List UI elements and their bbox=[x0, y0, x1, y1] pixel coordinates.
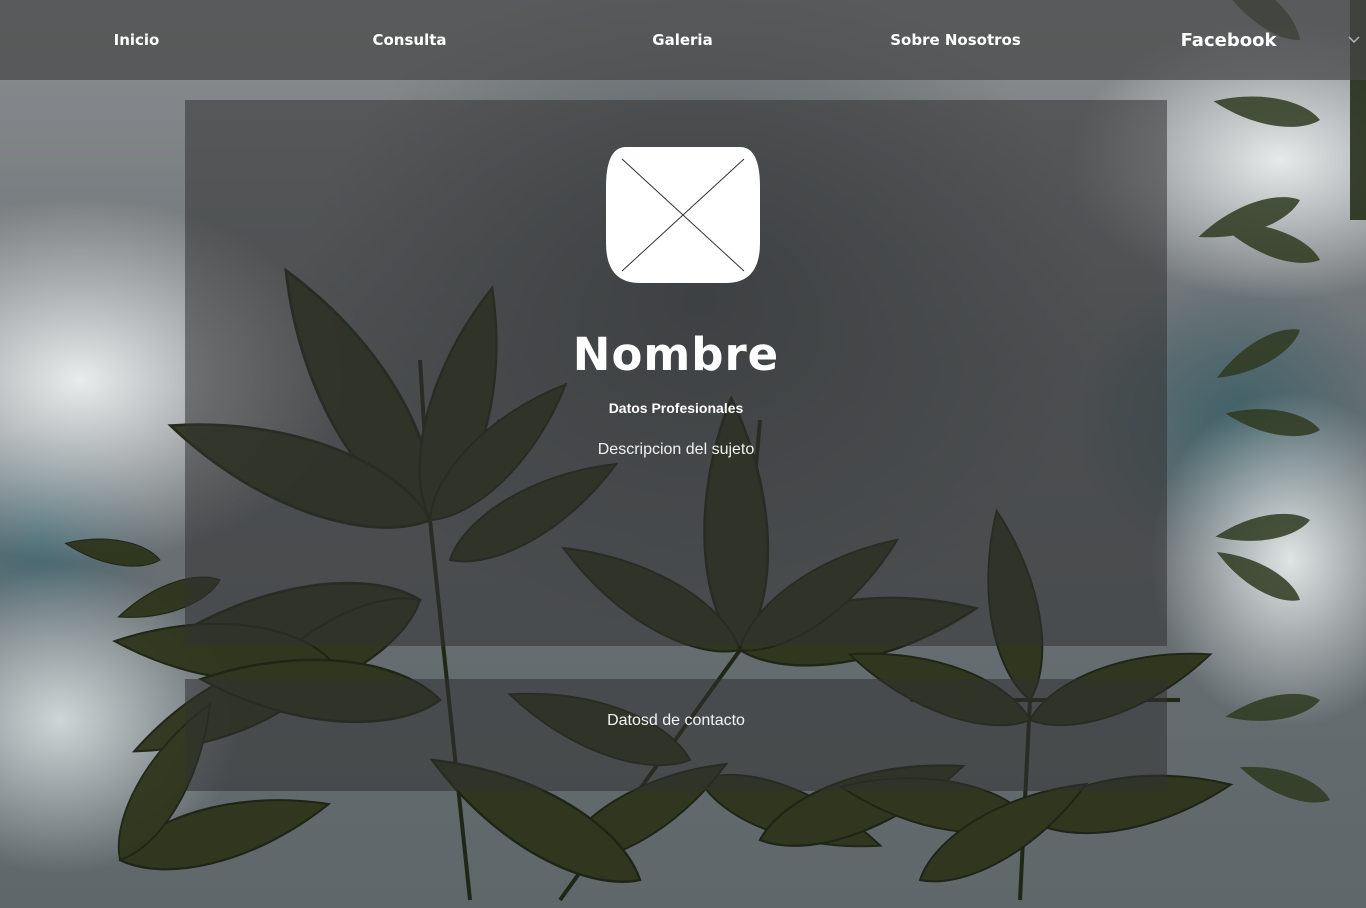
nav-inicio[interactable]: Inicio bbox=[0, 31, 273, 49]
image-placeholder-icon bbox=[606, 147, 760, 283]
profile-card: Nombre Datos Profesionales Descripcion d… bbox=[185, 100, 1167, 646]
profile-subtitle: Datos Profesionales bbox=[608, 400, 744, 416]
contact-box: Datosd de contacto bbox=[185, 679, 1167, 791]
profile-description: Descripcion del sujeto bbox=[597, 441, 755, 458]
nav-consulta[interactable]: Consulta bbox=[273, 31, 546, 49]
nav-galeria[interactable]: Galeria bbox=[546, 31, 819, 49]
nav-facebook[interactable]: Facebook bbox=[1092, 30, 1365, 51]
profile-name: Nombre bbox=[572, 328, 780, 381]
chevron-down-icon[interactable] bbox=[1348, 34, 1360, 44]
nav-sobre-nosotros[interactable]: Sobre Nosotros bbox=[819, 31, 1092, 49]
contact-text: Datosd de contacto bbox=[607, 712, 745, 729]
top-navbar: Inicio Consulta Galeria Sobre Nosotros F… bbox=[0, 0, 1366, 80]
